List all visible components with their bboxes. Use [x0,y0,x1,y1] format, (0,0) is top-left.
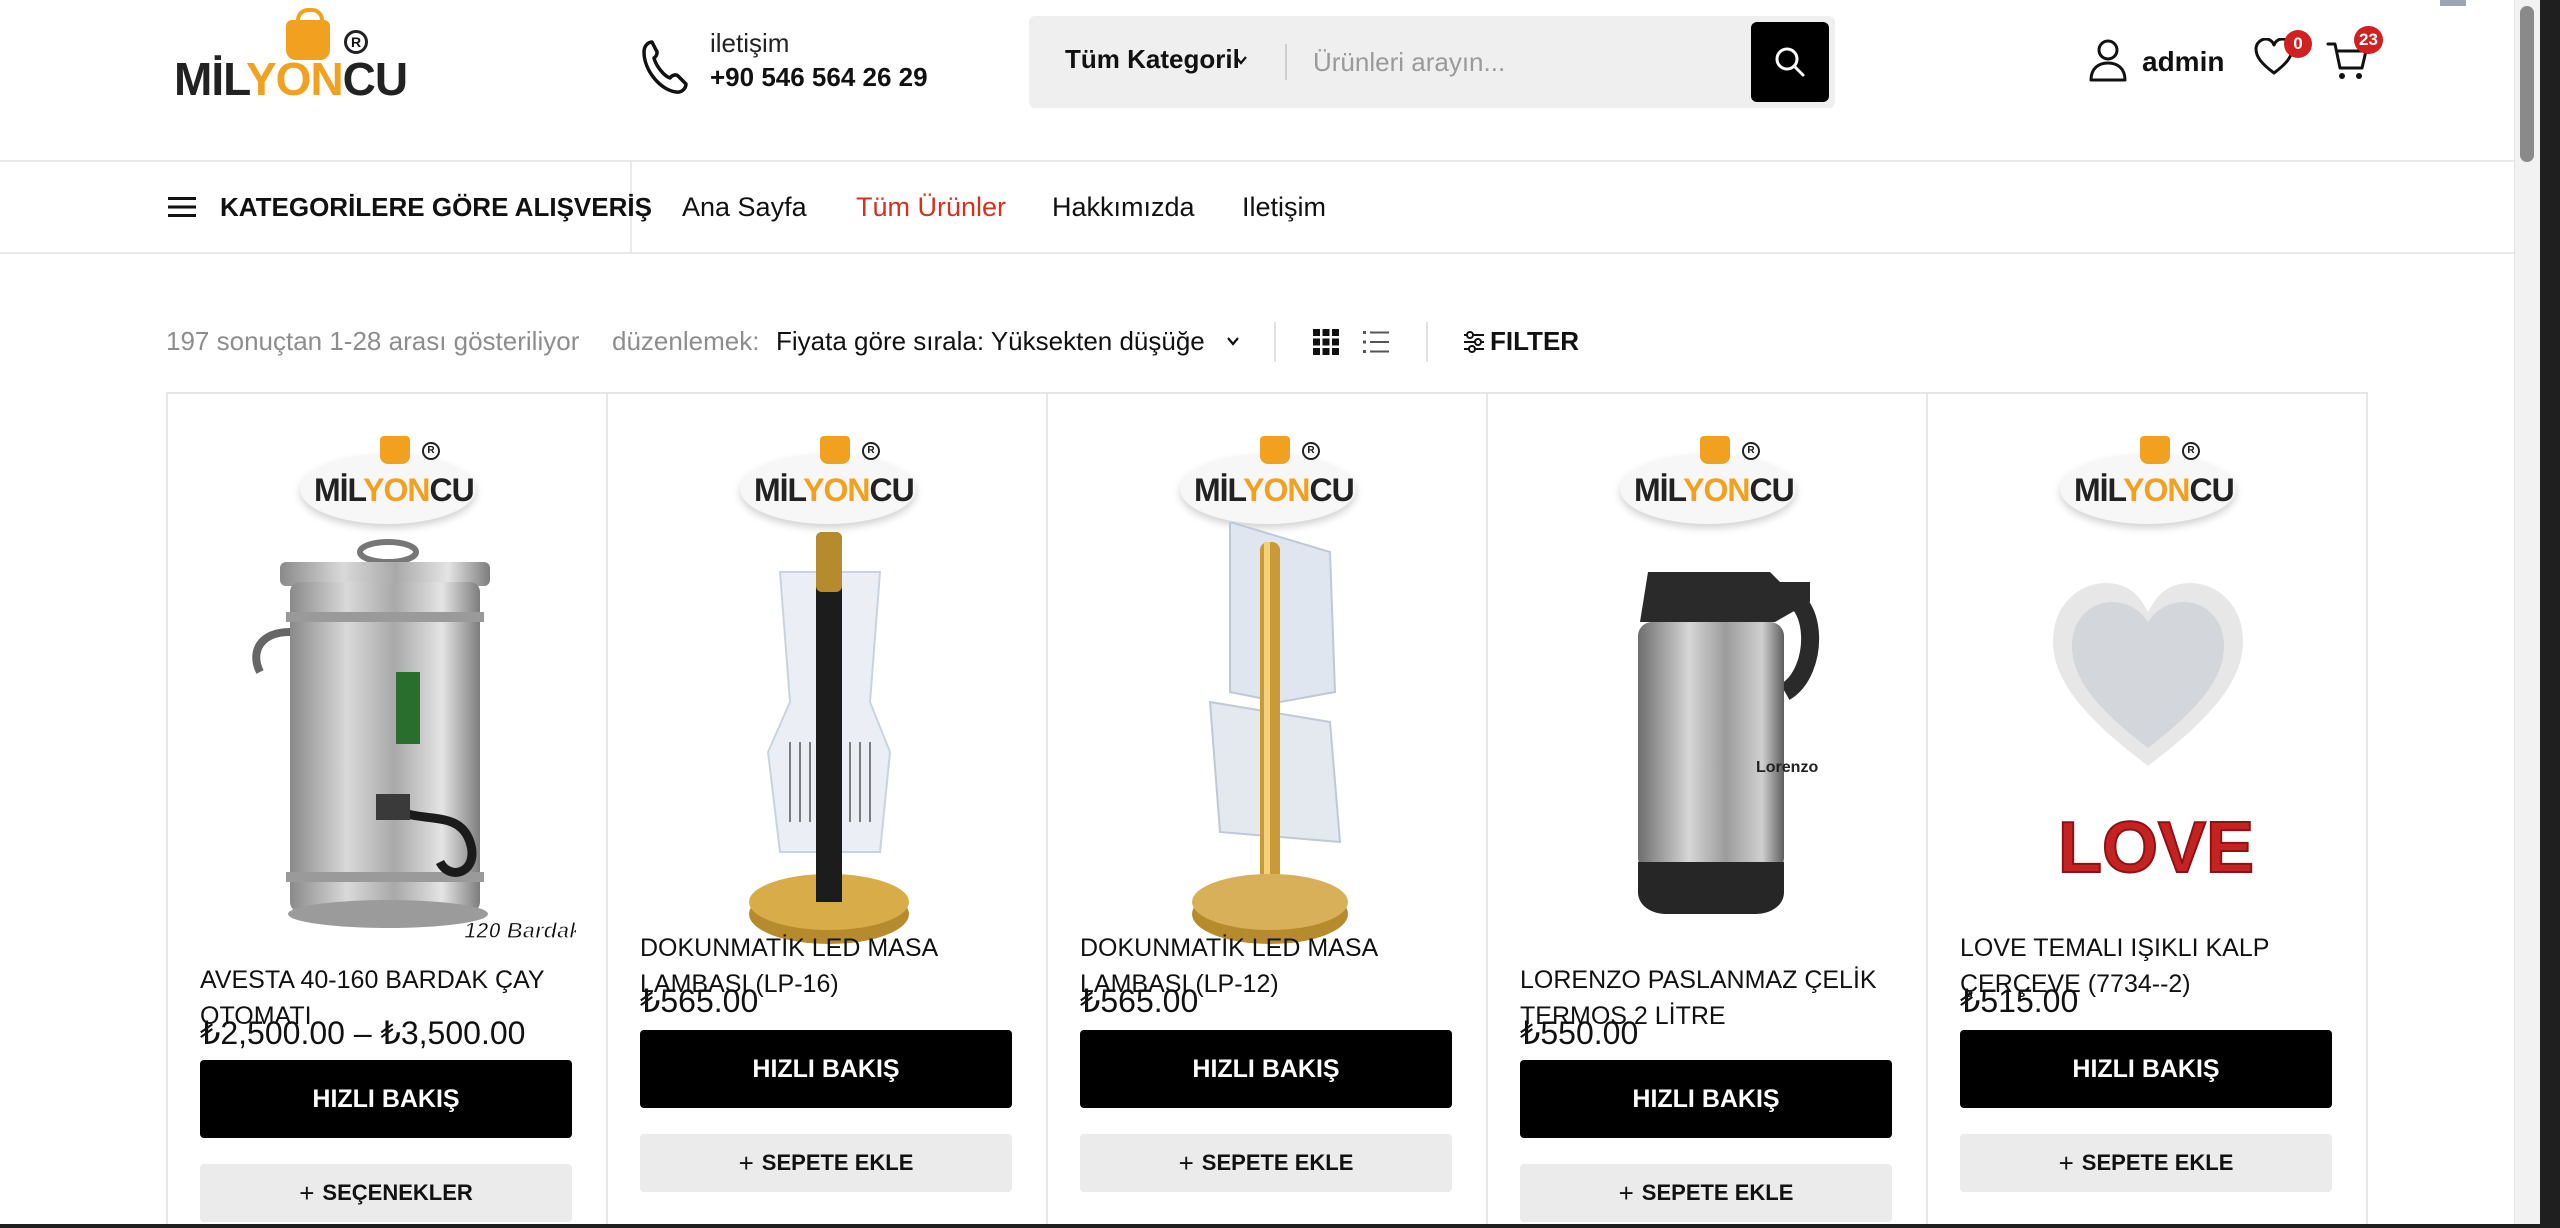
thermos-icon: Lorenzo [1638,572,1820,914]
brand-logo-overlay: R MİLYONCU [1180,432,1356,524]
search-icon [1775,47,1805,77]
search-button[interactable] [1751,22,1829,102]
category-menu-label: KATEGORİLERE GÖRE ALIŞVERİŞ [220,192,652,222]
led-lamp-icon [1192,522,1348,944]
cart-button[interactable]: 23 [2326,26,2383,84]
toolbar-divider [1274,322,1276,362]
hamburger-icon [168,197,196,217]
main-navigation: KATEGORİLERE GÖRE ALIŞVERİŞ Ana Sayfa Tü… [0,162,2514,254]
shop-toolbar: 197 sonuçtan 1-28 arası gösteriliyor düz… [166,322,1579,362]
nav-link-contact[interactable]: Iletişim [1242,192,1326,223]
quick-view-button[interactable]: HIZLI BAKIŞ [1080,1030,1452,1108]
window-frame [0,1224,2560,1228]
button-label: SEPETE EKLE [2081,1150,2234,1175]
list-view-icon[interactable] [1362,328,1390,356]
heart-frame-icon: LOVE [2042,572,2255,889]
add-to-cart-button[interactable]: + SEPETE EKLE [1520,1164,1892,1222]
plus-icon: + [738,1147,754,1178]
sort-select[interactable]: Fiyata göre sırala: Yüksekten düşüğe [776,326,1205,357]
user-icon [2089,39,2127,82]
add-to-cart-button[interactable]: + SEPETE EKLE [1080,1134,1452,1192]
product-card: R MİLYONCU DOKUNMATİK LED MASA LAMBASI (… [1048,394,1488,1228]
select-options-button[interactable]: + SEÇENEKLER [200,1164,572,1222]
plus-icon: + [299,1177,315,1208]
product-grid: R MİLYONCU 120 Bardak AVESTA 40-160 BARD… [166,392,2368,1228]
button-label: SEPETE EKLE [1201,1150,1354,1175]
search-category-select[interactable]: Tüm Kategoril [1065,44,1240,75]
contact-label: iletişim [710,28,790,58]
add-to-cart-button[interactable]: + SEPETE EKLE [1960,1134,2332,1192]
led-lamp-icon [749,532,909,944]
plus-icon: + [1618,1177,1634,1208]
plus-icon: + [2058,1147,2074,1178]
cart-count-badge: 23 [2354,26,2383,54]
chevron-down-icon[interactable] [1233,52,1249,68]
search-input[interactable] [1313,34,1753,90]
svg-text:Lorenzo: Lorenzo [1756,759,1818,776]
chevron-down-icon[interactable] [1224,332,1242,350]
logo-wordmark: MİLYONCU [174,53,408,105]
product-price: ₺565.00 [640,983,759,1019]
contact-phone[interactable]: +90 546 564 26 29 [710,62,928,93]
filter-label: FILTER [1490,326,1580,356]
sliders-icon [1464,331,1484,353]
window-frame [2540,0,2560,1228]
sort-label: düzenlemek: [612,326,760,356]
registered-mark: R [344,30,368,54]
brand-logo-overlay: R MİLYONCU [1620,432,1796,524]
product-card: R MİLYONCU LOVE LOVE TEMALI IŞIKLI KALP … [1928,394,2368,1228]
nav-link-all-products[interactable]: Tüm Ürünler [856,192,1006,223]
site-logo[interactable]: R MİLYONCU [174,8,408,108]
nav-link-about[interactable]: Hakkımızda [1052,192,1195,223]
wishlist-count-badge: 0 [2284,30,2312,58]
product-price: ₺565.00 [1080,983,1199,1019]
button-label: SEPETE EKLE [1641,1180,1794,1205]
grid-view-icon[interactable] [1312,328,1340,356]
button-label: SEPETE EKLE [761,1150,914,1175]
search-bar: Tüm Kategoril [1029,16,1835,108]
product-image[interactable]: R MİLYONCU [1080,432,1456,952]
product-price: ₺550.00 [1520,1015,1639,1051]
brand-logo-overlay: R MİLYONCU [2060,432,2236,524]
product-price: ₺515.00 [1960,983,2079,1019]
category-menu-button[interactable]: KATEGORİLERE GÖRE ALIŞVERİŞ [168,162,652,254]
toolbar-divider [1426,322,1428,362]
scrollbar[interactable] [2514,0,2540,1228]
svg-text:LOVE: LOVE [2058,808,2254,888]
product-card: R MİLYONCU Lorenzo LORENZO PASLANMAZ ÇEL… [1488,394,1928,1228]
add-to-cart-button[interactable]: + SEPETE EKLE [640,1134,1012,1192]
nav-link-home[interactable]: Ana Sayfa [682,192,807,223]
svg-text:120 Bardak: 120 Bardak [464,918,576,943]
plus-icon: + [1178,1147,1194,1178]
site-header: R MİLYONCU iletişim +90 546 564 26 29 Tü… [0,0,2514,162]
tea-urn-icon: 120 Bardak [252,539,576,944]
quick-view-button[interactable]: HIZLI BAKIŞ [1520,1060,1892,1138]
quick-view-button[interactable]: HIZLI BAKIŞ [1960,1030,2332,1108]
search-divider [1285,44,1287,80]
page: R MİLYONCU iletişim +90 546 564 26 29 Tü… [0,0,2514,1228]
product-image[interactable]: R MİLYONCU LOVE [1960,432,2336,952]
product-image[interactable]: R MİLYONCU Lorenzo [1520,432,1896,952]
phone-icon [642,40,688,94]
button-label: SEÇENEKLER [322,1180,473,1205]
brand-logo-overlay: R MİLYONCU [300,432,476,524]
scrollbar-thumb[interactable] [2520,6,2534,162]
product-card: R MİLYONCU DOKUNMATİK LED MASA LAMBASI (… [608,394,1048,1228]
product-price: ₺2,500.00 – ₺3,500.00 [200,1015,526,1051]
quick-view-button[interactable]: HIZLI BAKIŞ [640,1030,1012,1108]
result-count: 197 sonuçtan 1-28 arası gösteriliyor [166,326,580,356]
brand-logo-overlay: R MİLYONCU [740,432,916,524]
wishlist-button[interactable]: 0 [2254,30,2312,82]
product-image[interactable]: R MİLYONCU [640,432,1016,952]
user-name: admin [2142,46,2225,77]
product-card: R MİLYONCU 120 Bardak AVESTA 40-160 BARD… [168,394,608,1228]
product-image[interactable]: R MİLYONCU [200,432,576,952]
quick-view-button[interactable]: HIZLI BAKIŞ [200,1060,572,1138]
